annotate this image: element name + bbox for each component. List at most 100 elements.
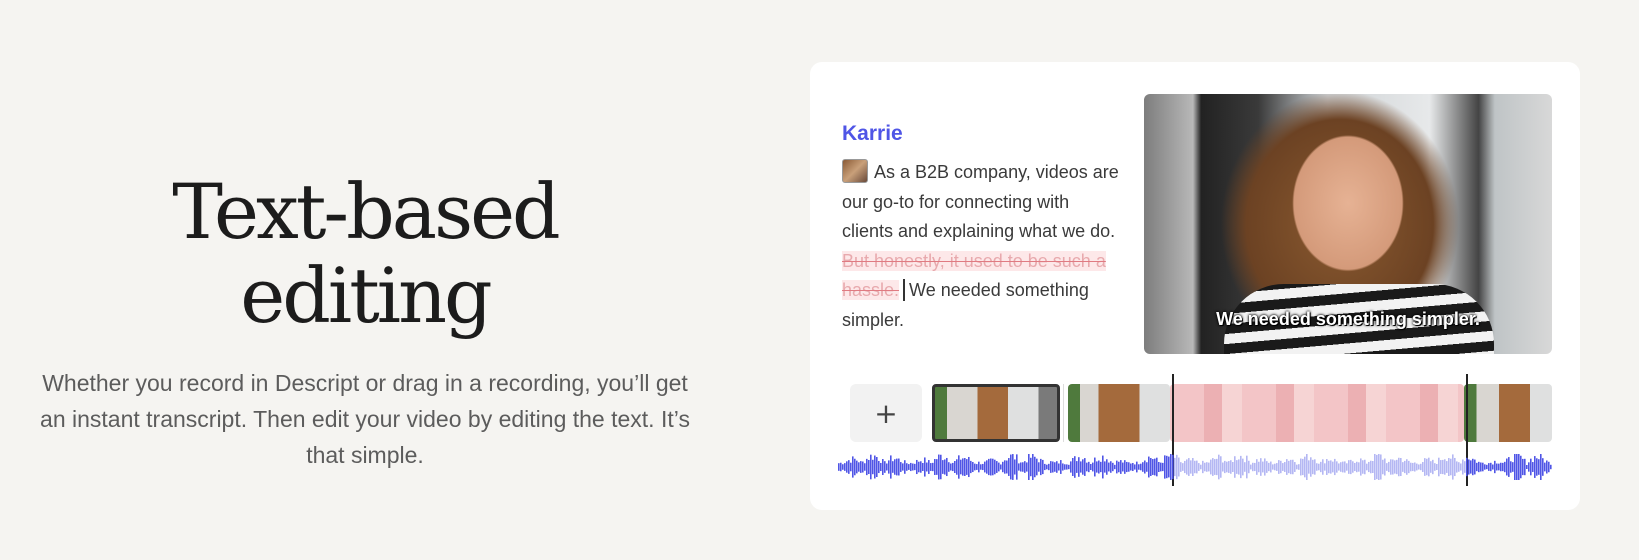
speaker-label[interactable]: Karrie [842,122,903,146]
waveform-bar [1186,459,1188,475]
waveform-bar [1118,461,1120,473]
waveform-bar [1286,459,1288,475]
waveform-bar [966,459,968,475]
page-title: Text-based editing [172,167,560,340]
waveform-bar [922,463,924,471]
waveform-bar [1136,461,1138,473]
waveform-bar [850,462,852,472]
timeline-track[interactable]: + [838,384,1552,444]
transcript-kept-text[interactable]: As a B2B company, videos are our go-to f… [842,162,1119,241]
waveform-bar [1188,458,1190,476]
speaker-avatar [842,159,868,183]
waveform-bar [1352,461,1354,473]
waveform-bar [1170,454,1172,480]
waveform-bar [980,464,982,470]
waveform-bar [1310,457,1312,477]
waveform-bar [1296,464,1298,470]
waveform-bar [1368,461,1370,473]
waveform-bar [1166,455,1168,479]
waveform-bar [994,459,996,475]
waveform-bar [1156,457,1158,477]
waveform-bar [970,460,972,474]
waveform-bar [1446,461,1448,473]
waveform-bar [1082,459,1084,475]
waveform-bar [876,457,878,477]
waveform-bar [1406,459,1408,475]
waveform-bar [1438,457,1440,477]
waveform-bar [1062,463,1064,471]
waveform-bar [1068,464,1070,470]
waveform-bar [1042,459,1044,475]
waveform-bar [992,458,994,476]
timeline-clip-selected[interactable] [932,384,1060,442]
waveform-bar [1544,462,1546,472]
waveform-bar [1210,459,1212,475]
audio-waveform[interactable] [838,454,1552,480]
waveform-bar [1030,457,1032,477]
waveform-bar [1380,454,1382,480]
waveform-bar [1262,461,1264,473]
waveform-bar [1370,460,1372,474]
waveform-bar [1128,462,1130,472]
waveform-bar [1360,458,1362,476]
timeline-clip-deleted[interactable] [1170,384,1464,442]
waveform-bar [1336,461,1338,473]
waveform-bar [856,460,858,474]
waveform-bar [936,459,938,475]
waveform-bar [1164,455,1166,479]
waveform-bar [1472,458,1474,476]
waveform-bar [1212,458,1214,476]
waveform-bar [930,463,932,471]
transcript-text[interactable]: As a B2B company, videos are our go-to f… [842,158,1124,335]
waveform-bar [1454,457,1456,477]
page-subtitle: Whether you record in Descript or drag i… [40,370,690,469]
waveform-bar [1124,460,1126,474]
waveform-bar [884,461,886,473]
waveform-bar [1528,462,1530,472]
waveform-bar [894,459,896,475]
waveform-bar [1332,461,1334,473]
waveform-bar [1366,463,1368,471]
waveform-bar [1180,462,1182,472]
waveform-bar [1378,454,1380,480]
waveform-bar [1174,457,1176,477]
waveform-bar [1018,463,1020,471]
waveform-bar [1004,460,1006,474]
waveform-bar [1388,461,1390,473]
waveform-bar [1046,464,1048,470]
waveform-bar [1322,459,1324,475]
waveform-bar [1172,454,1174,480]
waveform-bar [1100,461,1102,473]
waveform-bar [1140,463,1142,471]
waveform-bar [1044,463,1046,471]
waveform-bar [956,459,958,475]
waveform-bar [1206,462,1208,472]
waveform-bar [1412,462,1414,472]
waveform-bar [1450,458,1452,476]
waveform-bar [1268,462,1270,472]
waveform-bar [918,461,920,473]
timeline-clip[interactable] [1464,384,1552,442]
waveform-bar [1012,454,1014,480]
timeline-clip[interactable] [1068,384,1170,442]
add-clip-button[interactable]: + [850,384,922,442]
waveform-bar [1040,458,1042,476]
waveform-bar [1330,460,1332,474]
waveform-bar [1106,459,1108,475]
waveform-bar [1550,464,1552,470]
waveform-bar [1096,461,1098,473]
waveform-bar [1338,463,1340,471]
waveform-bar [1198,463,1200,471]
waveform-bar [1226,461,1228,473]
waveform-bar [1216,458,1218,476]
waveform-bar [1386,463,1388,471]
waveform-bar [1436,463,1438,471]
video-preview[interactable]: We needed something simpler. [1144,94,1552,354]
waveform-bar [974,463,976,471]
waveform-bar [1414,462,1416,472]
waveform-bar [916,459,918,475]
waveform-bar [1362,460,1364,474]
waveform-bar [1056,461,1058,473]
waveform-bar [1278,460,1280,474]
waveform-bar [1274,463,1276,471]
